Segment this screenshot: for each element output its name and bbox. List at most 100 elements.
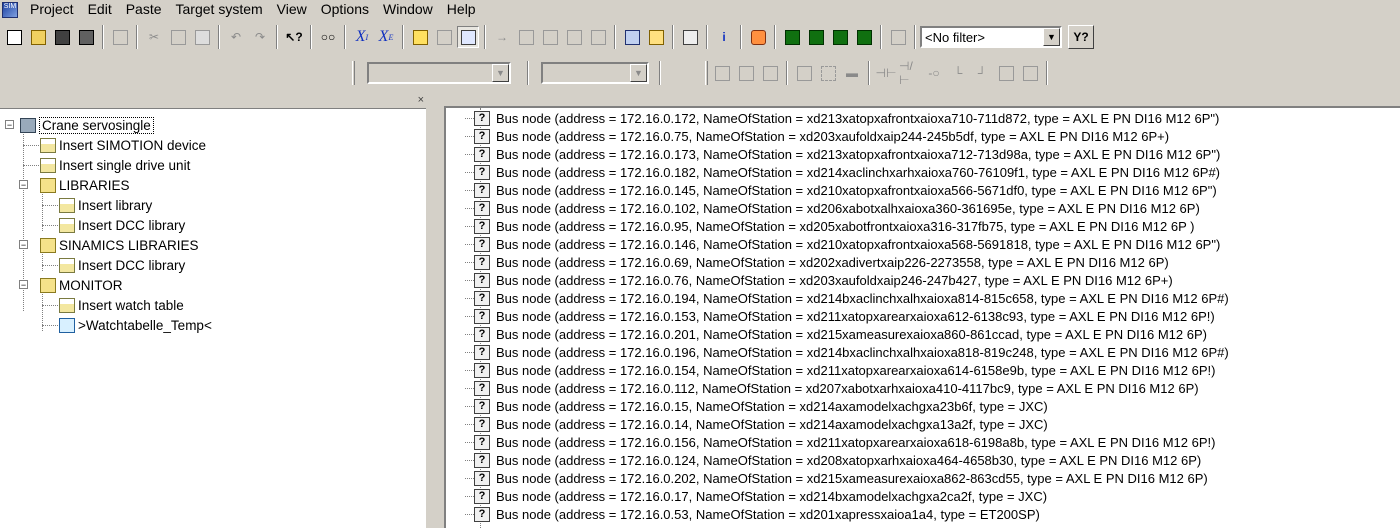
coil-icon[interactable]: -○ [923, 62, 945, 84]
filter-settings-icon[interactable]: Y? [1068, 25, 1094, 49]
trace-measure-icon[interactable] [853, 26, 875, 48]
bus-node-row[interactable]: ? Bus node (address = 172.16.0.102, NameO… [465, 199, 1200, 217]
box-icon[interactable] [995, 62, 1017, 84]
bus-node-row[interactable]: ? Bus node (address = 172.16.0.172, NameO… [465, 109, 1219, 127]
bus-node-row[interactable]: ? Bus node (address = 172.16.0.14, NameOf… [465, 415, 1048, 433]
block-empty-icon[interactable] [817, 62, 839, 84]
cut-icon[interactable]: ✂ [143, 26, 165, 48]
trace-config-icon[interactable] [805, 26, 827, 48]
menu-options[interactable]: Options [315, 0, 377, 19]
accessible-nodes-icon[interactable] [457, 26, 479, 48]
bus-node-row[interactable]: ? Bus node (address = 172.16.0.76, NameOf… [465, 271, 1173, 289]
upload-icon[interactable] [539, 26, 561, 48]
bus-node-row[interactable]: ? Bus node (address = 172.16.0.173, NameO… [465, 145, 1220, 163]
layout-icon[interactable] [887, 26, 909, 48]
users-icon[interactable] [747, 26, 769, 48]
bus-node-row[interactable]: ? Bus node (address = 172.16.0.145, NameO… [465, 181, 1217, 199]
menu-target-system[interactable]: Target system [170, 0, 271, 19]
tree-item-insert-simotion[interactable]: Insert SIMOTION device [40, 135, 206, 155]
tree-item-project-root[interactable]: Crane servosingle [20, 115, 154, 135]
bus-node-row[interactable]: ? Bus node (address = 172.16.0.201, NameO… [465, 325, 1207, 343]
download-device-icon[interactable] [515, 26, 537, 48]
disabled-select-1[interactable]: ▼ [367, 62, 511, 84]
toolbar-grip[interactable] [705, 61, 708, 85]
control-icon[interactable] [587, 26, 609, 48]
trace-signal-icon[interactable] [829, 26, 851, 48]
contact-nc-icon[interactable]: ⊣/⊢ [899, 59, 921, 87]
export-xml-icon[interactable]: XE [375, 26, 397, 48]
print-icon[interactable] [109, 26, 131, 48]
tree-item-watch-table-temp[interactable]: >Watchtabelle_Temp< [59, 315, 212, 335]
save-compile-icon[interactable] [75, 26, 97, 48]
bus-node-row[interactable]: ? Bus node (address = 172.16.0.153, NameO… [465, 307, 1215, 325]
chevron-down-icon[interactable]: ▼ [630, 64, 647, 82]
tree-item-insert-watch-table[interactable]: Insert watch table [59, 295, 184, 315]
collapse-libraries-icon[interactable]: − [19, 180, 28, 190]
tree-item-insert-library[interactable]: Insert library [59, 195, 152, 215]
download-icon[interactable]: → [491, 26, 513, 48]
redo-icon[interactable]: ↷ [249, 26, 271, 48]
context-help-icon[interactable]: ↖? [283, 26, 305, 48]
tree-item-sinamics-libraries[interactable]: SINAMICS LIBRARIES [40, 235, 199, 255]
collapse-sinamics-libraries-icon[interactable]: − [19, 240, 28, 250]
collapse-monitor-icon[interactable]: − [19, 280, 28, 290]
bus-node-row[interactable]: ? Bus node (address = 172.16.0.196, NameO… [465, 343, 1229, 361]
filter-select[interactable]: <No filter> ▼ [920, 26, 1062, 48]
menu-project[interactable]: Project [24, 0, 82, 19]
collapse-root-icon[interactable]: − [5, 120, 14, 130]
chevron-down-icon[interactable]: ▼ [1043, 28, 1060, 46]
tree-item-insert-dcc-library-sinamics[interactable]: Insert DCC library [59, 255, 185, 275]
menu-view[interactable]: View [271, 0, 315, 19]
bus-node-row[interactable]: ? Bus node (address = 172.16.0.202, NameO… [465, 469, 1208, 487]
copy-icon[interactable] [167, 26, 189, 48]
bus-node-row[interactable]: ? Bus node (address = 172.16.0.182, NameO… [465, 163, 1220, 181]
save-icon[interactable] [51, 26, 73, 48]
paste-icon[interactable] [191, 26, 213, 48]
bus-node-row[interactable]: ? Bus node (address = 172.16.0.156, NameO… [465, 433, 1215, 451]
undo-icon[interactable]: ↶ [225, 26, 247, 48]
tree-item-monitor[interactable]: MONITOR [40, 275, 123, 295]
device-info-icon[interactable]: i [713, 26, 735, 48]
bus-node-row[interactable]: ? Bus node (address = 172.16.0.112, NameO… [465, 379, 1199, 397]
glasses-icon[interactable]: ○○ [317, 26, 339, 48]
new-icon[interactable] [3, 26, 25, 48]
menu-help[interactable]: Help [441, 0, 484, 19]
bus-node-row[interactable]: ? Bus node (address = 172.16.0.146, NameO… [465, 235, 1220, 253]
menu-edit[interactable]: Edit [82, 0, 120, 19]
contact-no-icon[interactable]: ⊣⊢ [875, 62, 897, 84]
trace-icon[interactable] [781, 26, 803, 48]
bus-node-row[interactable]: ? Bus node (address = 172.16.0.69, NameOf… [465, 253, 1169, 271]
block-line-icon[interactable]: ▬ [841, 62, 863, 84]
box-empty-icon[interactable] [1019, 62, 1041, 84]
pane-splitter[interactable] [426, 96, 438, 528]
compare-icon[interactable] [563, 26, 585, 48]
properties-icon[interactable] [679, 26, 701, 48]
upload-project-icon[interactable] [645, 26, 667, 48]
tree-item-insert-dcc-library[interactable]: Insert DCC library [59, 215, 185, 235]
bus-node-row[interactable]: ? Bus node (address = 172.16.0.194, NameO… [465, 289, 1229, 307]
import-xml-icon[interactable]: XI [351, 26, 373, 48]
bus-node-row[interactable]: ? Bus node (address = 172.16.0.124, NameO… [465, 451, 1201, 469]
network-config-icon[interactable] [621, 26, 643, 48]
online-icon[interactable] [409, 26, 431, 48]
bus-node-row[interactable]: ? Bus node (address = 172.16.0.17, NameOf… [465, 487, 1047, 505]
bus-node-row[interactable]: ? Bus node (address = 172.16.0.53, NameOf… [465, 505, 1040, 523]
bus-node-row[interactable]: ? Bus node (address = 172.16.0.15, NameOf… [465, 397, 1048, 415]
branch-icon[interactable]: ┘ [971, 62, 993, 84]
close-icon[interactable]: × [418, 94, 424, 106]
ladder-network-icon[interactable] [711, 62, 733, 84]
menu-paste[interactable]: Paste [120, 0, 170, 19]
chevron-down-icon[interactable]: ▼ [492, 64, 509, 82]
bus-node-row[interactable]: ? Bus node (address = 172.16.0.95, NameOf… [465, 217, 1194, 235]
app-logo-icon[interactable]: SIM [2, 1, 18, 18]
bus-node-row[interactable]: ? Bus node (address = 172.16.0.75, NameOf… [465, 127, 1169, 145]
jump-icon[interactable]: └ [947, 62, 969, 84]
bus-node-row[interactable]: ? Bus node (address = 172.16.0.154, NameO… [465, 361, 1215, 379]
tree-item-insert-single-drive[interactable]: Insert single drive unit [40, 155, 190, 175]
open-icon[interactable] [27, 26, 49, 48]
tree-item-libraries[interactable]: LIBRARIES [40, 175, 130, 195]
ladder-branch-icon[interactable] [735, 62, 757, 84]
offline-icon[interactable] [433, 26, 455, 48]
toolbar-grip[interactable] [352, 61, 355, 85]
disabled-select-2[interactable]: ▼ [541, 62, 649, 84]
